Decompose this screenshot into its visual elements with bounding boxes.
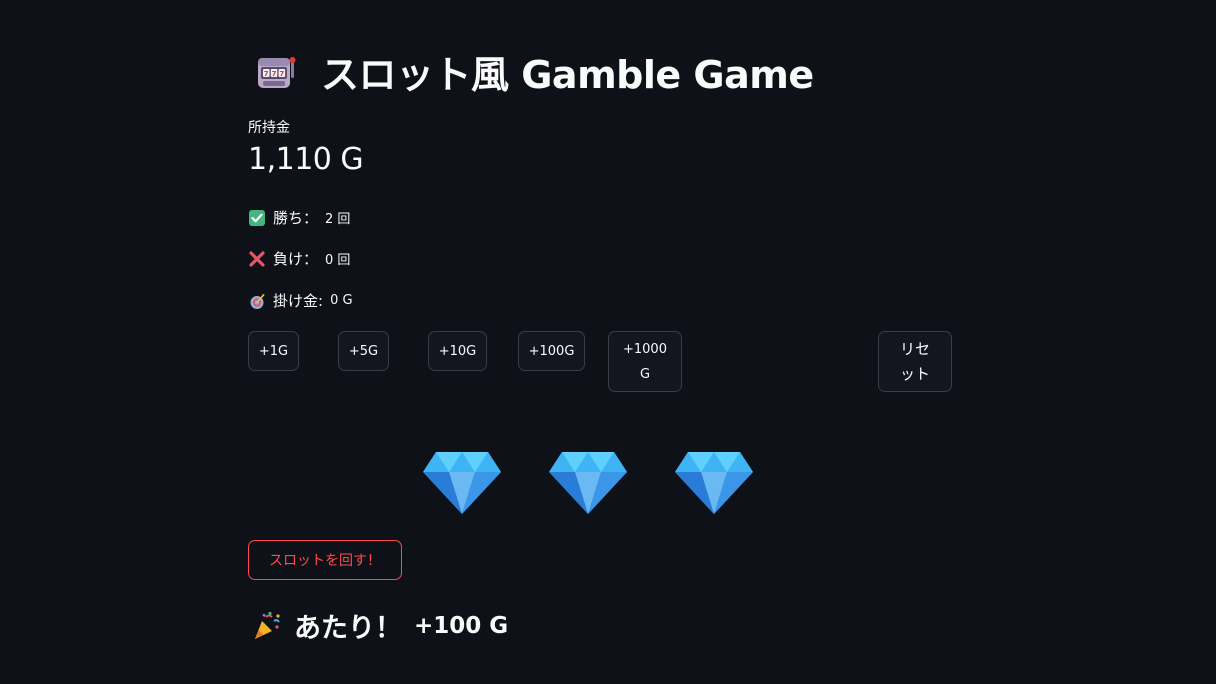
result-message: あたり！ +100 G: [252, 606, 508, 645]
bet-stat: 掛け金: 0 G: [248, 290, 353, 311]
party-popper-icon: [255, 611, 280, 639]
add-100g-button[interactable]: +100G: [518, 331, 585, 371]
bet-label: 掛け金:: [273, 292, 324, 310]
gem-icon: [675, 452, 753, 514]
add-1000g-button[interactable]: +1000 G: [608, 331, 682, 392]
add-10g-button[interactable]: +10G: [428, 331, 487, 371]
losses-label: 負け：: [273, 250, 319, 268]
balance-value: 1,110 G: [248, 142, 364, 177]
title-text: スロット風 Gamble Game: [321, 53, 814, 97]
wins-stat: 勝ち： 2 回: [248, 207, 350, 228]
wins-label: 勝ち：: [273, 209, 319, 227]
app-page: 7 7 7 スロット風 Gamble Game 所持金 1,110 G 勝ち： …: [0, 0, 1216, 684]
losses-stat: 負け： 0 回: [248, 248, 350, 269]
balance-label: 所持金: [248, 120, 290, 136]
page-title: 7 7 7 スロット風 Gamble Game: [255, 44, 814, 99]
svg-text:7: 7: [264, 69, 269, 77]
gem-icon: [423, 452, 501, 514]
reset-button[interactable]: リセット: [878, 331, 952, 392]
slot-machine-icon: 7 7 7: [258, 56, 296, 88]
spin-button[interactable]: スロットを回す！: [248, 540, 402, 580]
gem-icon: [549, 452, 627, 514]
cross-mark-icon: [249, 250, 265, 267]
check-mark-icon: [249, 209, 265, 226]
result-text: あたり！: [294, 613, 402, 644]
wins-value: 2 回: [325, 212, 351, 227]
svg-text:7: 7: [272, 69, 277, 77]
add-1g-button[interactable]: +1G: [248, 331, 299, 371]
losses-value: 0 回: [325, 253, 351, 268]
result-amount: +100 G: [414, 612, 509, 639]
bet-value: 0 G: [330, 293, 353, 308]
svg-text:7: 7: [279, 69, 284, 77]
add-5g-button[interactable]: +5G: [338, 331, 389, 371]
money-bag-icon: [250, 293, 265, 309]
